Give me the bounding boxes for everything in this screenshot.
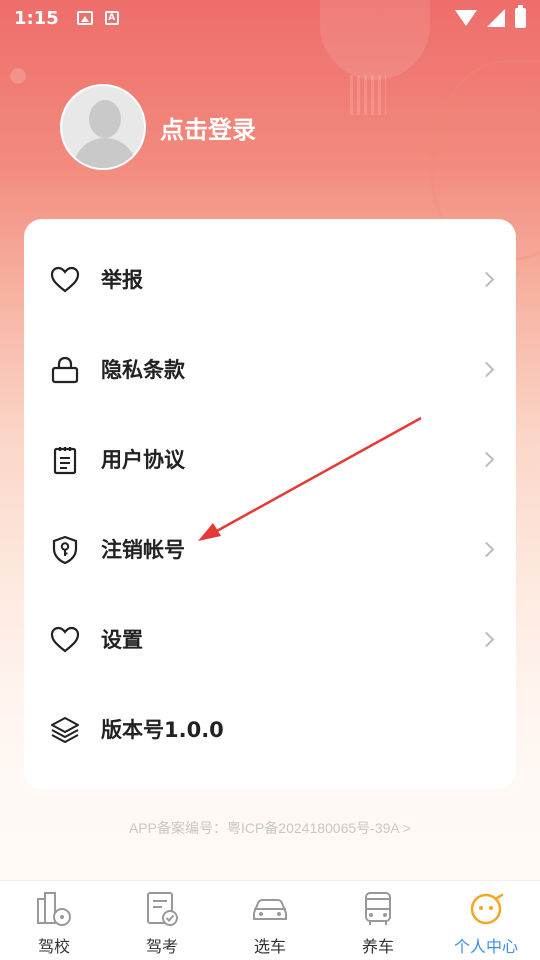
status-time: 1:15 (14, 7, 59, 29)
menu-item-privacy[interactable]: 隐私条款 (24, 324, 516, 414)
lock-icon (51, 356, 79, 384)
shield-key-icon (52, 535, 78, 565)
battery-icon (515, 5, 526, 28)
app-notification-icon: A (104, 11, 119, 25)
lantern-tassel-decoration (350, 75, 386, 115)
firework-decoration (0, 58, 36, 94)
chevron-right-icon (478, 541, 495, 557)
menu-card: 举报 隐私条款 用户协议 注销帐号 设置 版本号1.0.0 (24, 219, 516, 789)
bottom-tab-bar: 驾校 驾考 选车 养车 个人中心 (0, 880, 540, 960)
menu-item-version: 版本号1.0.0 (24, 684, 516, 774)
chevron-right-icon (478, 631, 495, 647)
car-icon (253, 899, 287, 920)
clipboard-icon (53, 447, 77, 475)
tab-label: 驾考 (145, 937, 178, 956)
tab-exam[interactable]: 驾考 (108, 881, 216, 960)
gallery-notification-icon (76, 11, 93, 25)
tab-driving-school[interactable]: 驾校 (0, 881, 108, 960)
login-button[interactable]: 点击登录 (160, 110, 256, 145)
menu-item-settings[interactable]: 设置 (24, 594, 516, 684)
bus-icon (365, 892, 391, 925)
exam-icon (147, 892, 178, 926)
menu-item-report[interactable]: 举报 (24, 234, 516, 324)
tab-choose-car[interactable]: 选车 (216, 881, 324, 960)
avatar[interactable] (60, 84, 146, 170)
menu-item-delete-account[interactable]: 注销帐号 (24, 504, 516, 594)
menu-item-label: 设置 (101, 628, 143, 652)
icp-record-link[interactable]: APP备案编号：粤ICP备2024180065号-39A > (0, 818, 540, 838)
menu-item-label: 版本号1.0.0 (101, 718, 224, 742)
tab-label: 选车 (253, 937, 286, 956)
tab-label: 驾校 (37, 937, 70, 956)
heart-icon (50, 266, 80, 293)
profile-header[interactable]: 点击登录 (60, 84, 256, 170)
driving-school-icon (37, 892, 71, 926)
menu-item-label: 注销帐号 (101, 538, 185, 562)
status-bar: 1:15 A (0, 0, 540, 36)
tab-label: 养车 (361, 937, 394, 956)
tab-personal-center[interactable]: 个人中心 (432, 881, 540, 960)
heart-icon (50, 626, 80, 653)
chevron-right-icon (478, 451, 495, 467)
menu-item-user-agreement[interactable]: 用户协议 (24, 414, 516, 504)
signal-icon (487, 9, 505, 27)
chevron-right-icon (478, 271, 495, 287)
chevron-right-icon (478, 361, 495, 377)
face-icon (470, 893, 504, 925)
wifi-icon (455, 10, 477, 26)
menu-item-label: 用户协议 (101, 448, 185, 472)
menu-item-label: 举报 (101, 268, 143, 292)
menu-item-label: 隐私条款 (101, 358, 185, 382)
layers-icon (50, 716, 80, 744)
tab-label: 个人中心 (453, 937, 518, 956)
tab-car-maintenance[interactable]: 养车 (324, 881, 432, 960)
